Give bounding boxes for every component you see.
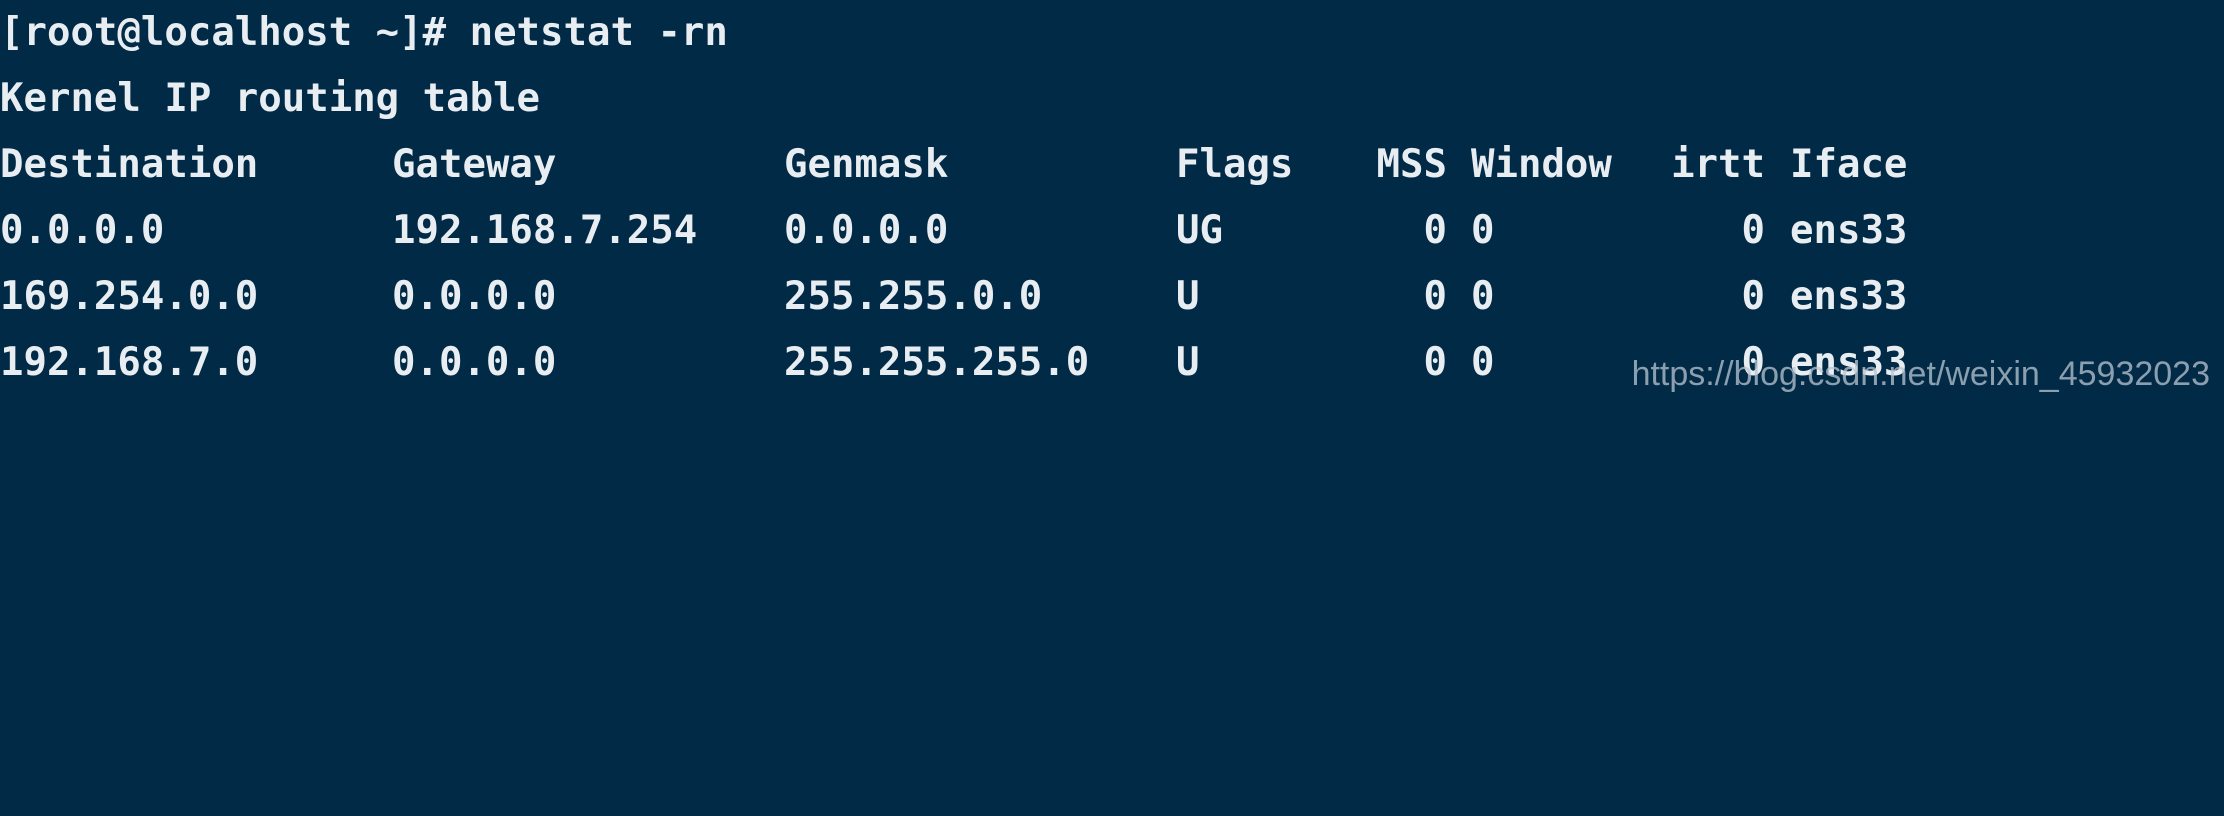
row-window: 0 <box>1471 208 1495 253</box>
row-window: 0 <box>1471 274 1495 319</box>
row-destination: 0.0.0.0 <box>0 208 165 253</box>
header-flags: Flags <box>1176 142 1294 187</box>
row-mss: 0 <box>1423 340 1447 385</box>
table-row: 169.254.0.0 0.0.0.0 255.255.0.0 U 0 0 0 … <box>0 264 2224 330</box>
row-genmask: 255.255.0.0 <box>784 274 1043 319</box>
row-window: 0 <box>1471 340 1495 385</box>
row-mss: 0 <box>1423 274 1447 319</box>
row-irtt: 0 <box>1741 208 1765 253</box>
routing-table-header-row: Destination Gateway Genmask Flags MSS Wi… <box>0 132 2224 198</box>
row-iface: ens33 <box>1790 208 1908 253</box>
row-flags: U <box>1176 340 1200 385</box>
header-genmask: Genmask <box>784 142 949 187</box>
header-irtt: irtt <box>1671 142 1765 187</box>
row-irtt: 0 <box>1741 274 1765 319</box>
terminal-window[interactable]: [root@localhost ~]# netstat -rn Kernel I… <box>0 0 2224 408</box>
row-gateway: 192.168.7.254 <box>392 208 698 253</box>
header-gateway: Gateway <box>392 142 557 187</box>
command-line: [root@localhost ~]# netstat -rn <box>0 10 728 55</box>
row-destination: 192.168.7.0 <box>0 340 259 385</box>
watermark-url: https://blog.csdn.net/weixin_45932023 <box>1631 355 2210 393</box>
row-mss: 0 <box>1423 208 1447 253</box>
row-genmask: 0.0.0.0 <box>784 208 949 253</box>
header-iface: Iface <box>1790 142 1908 187</box>
header-window: Window <box>1471 142 1612 187</box>
header-destination: Destination <box>0 142 259 187</box>
row-destination: 169.254.0.0 <box>0 274 259 319</box>
row-gateway: 0.0.0.0 <box>392 274 557 319</box>
table-row: 0.0.0.0 192.168.7.254 0.0.0.0 UG 0 0 0 e… <box>0 198 2224 264</box>
row-iface: ens33 <box>1790 274 1908 319</box>
row-genmask: 255.255.255.0 <box>784 340 1090 385</box>
row-flags: U <box>1176 274 1200 319</box>
row-flags: UG <box>1176 208 1223 253</box>
row-gateway: 0.0.0.0 <box>392 340 557 385</box>
routing-table-title: Kernel IP routing table <box>0 76 541 121</box>
header-mss: MSS <box>1376 142 1447 187</box>
